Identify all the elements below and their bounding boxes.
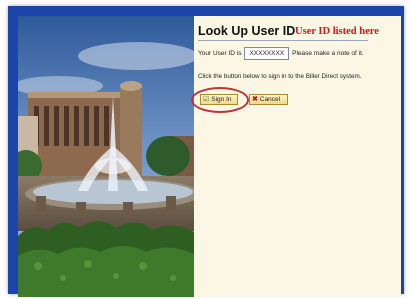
userid-note: Please make a note of it. xyxy=(292,50,364,57)
window-frame: Look Up User ID User ID listed here Your… xyxy=(8,6,404,297)
cancel-label: Cancel xyxy=(259,96,281,103)
cancel-button[interactable]: ✖ Cancel xyxy=(249,94,288,105)
userid-prefix: Your User ID is xyxy=(198,50,242,57)
sign-in-icon: ☑ xyxy=(203,96,210,103)
sign-in-label: Sign In xyxy=(211,96,232,103)
page-title: Look Up User ID xyxy=(198,24,296,38)
lookup-content: Look Up User ID User ID listed here Your… xyxy=(191,16,401,297)
userid-field: XXXXXXXX xyxy=(244,47,290,60)
sign-in-instructions: Click the button below to sign in to the… xyxy=(198,73,362,80)
userid-row: Your User ID is XXXXXXXX Please make a n… xyxy=(198,46,364,61)
sign-in-button[interactable]: ☑ Sign In xyxy=(200,94,238,105)
fountain-image xyxy=(18,16,194,297)
userid-annotation: User ID listed here xyxy=(295,26,379,37)
campus-photo xyxy=(18,16,194,297)
title-divider xyxy=(198,40,368,41)
cancel-icon: ✖ xyxy=(252,96,258,103)
dialog-panel: Look Up User ID User ID listed here Your… xyxy=(18,16,401,297)
